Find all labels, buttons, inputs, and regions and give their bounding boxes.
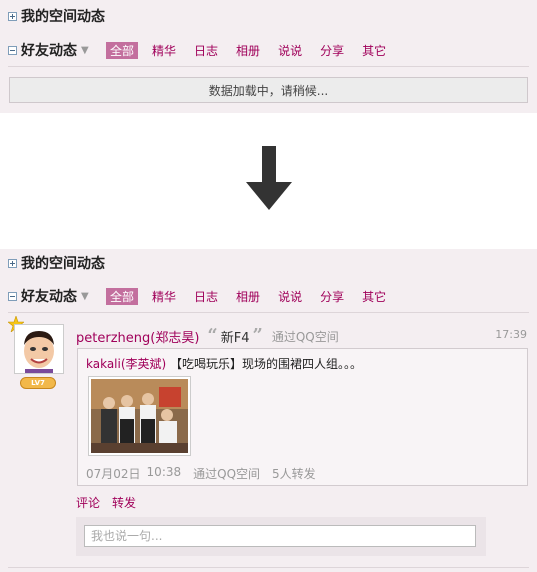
post-author-link[interactable]: peterzheng(郑志昊): [76, 327, 199, 346]
tab-status[interactable]: 说说: [276, 42, 304, 59]
down-arrow-icon: [246, 146, 292, 210]
post-actions: 评论 转发: [76, 494, 148, 511]
dropdown-caret-icon[interactable]: ▼: [81, 45, 89, 56]
avatar[interactable]: [14, 324, 64, 374]
shared-photo[interactable]: [88, 376, 191, 456]
tab-other[interactable]: 其它: [360, 288, 388, 305]
shared-body: 【吃喝玩乐】现场的围裙四人组。。。: [170, 357, 363, 371]
tab-all[interactable]: 全部: [106, 287, 139, 305]
tab-featured[interactable]: 精华: [150, 288, 178, 305]
friends-filter-tabs: 全部 精华 日志 相册 说说 分享 其它: [106, 287, 402, 305]
comment-link[interactable]: 评论: [76, 494, 100, 511]
post-time: 17:39: [495, 328, 527, 341]
comment-input[interactable]: [84, 525, 476, 547]
my-space-section-header[interactable]: 我的空间动态: [8, 254, 105, 272]
friends-title: 好友动态: [21, 43, 77, 59]
shared-text: kakali(李英斌) 【吃喝玩乐】现场的围裙四人组。。。: [86, 355, 362, 372]
my-space-title: 我的空间动态: [21, 256, 105, 272]
collapse-icon[interactable]: [8, 45, 17, 55]
tab-blog[interactable]: 日志: [192, 288, 220, 305]
shared-time: 10:38: [146, 465, 182, 479]
repost-link[interactable]: 转发: [112, 494, 136, 511]
quote-close-icon: ”: [252, 325, 263, 346]
top-panel: 我的空间动态 好友动态 ▼ 全部 精华 日志 相册 说说 分享 其它 数据加载中…: [0, 0, 537, 113]
shared-via: 通过QQ空间: [193, 467, 261, 481]
tab-album[interactable]: 相册: [234, 288, 262, 305]
shared-user-link[interactable]: kakali(李英斌): [86, 357, 166, 371]
tab-other[interactable]: 其它: [360, 42, 388, 59]
shared-meta: 07月02日 10:38 通过QQ空间 5人转发: [86, 465, 328, 482]
quote-open-icon: “: [207, 325, 218, 346]
shared-content-box: kakali(李英斌) 【吃喝玩乐】现场的围裙四人组。。。 07月02日 10:…: [77, 348, 528, 486]
post-via: 通过QQ空间: [271, 329, 339, 344]
expand-icon[interactable]: [8, 11, 17, 21]
repost-count[interactable]: 5人转发: [272, 465, 316, 482]
tab-status[interactable]: 说说: [276, 288, 304, 305]
tab-album[interactable]: 相册: [234, 42, 262, 59]
tab-share[interactable]: 分享: [318, 288, 346, 305]
expand-icon[interactable]: [8, 258, 17, 268]
tab-share[interactable]: 分享: [318, 42, 346, 59]
dropdown-caret-icon[interactable]: ▼: [81, 291, 89, 302]
shared-date: 07月02日: [86, 467, 141, 481]
post-header: peterzheng(郑志昊) “ 新F4 ” 通过QQ空间: [76, 325, 339, 346]
divider: [8, 312, 529, 313]
friends-filter-tabs: 全部 精华 日志 相册 说说 分享 其它: [106, 41, 402, 59]
divider: [8, 66, 529, 67]
loading-bar: 数据加载中，请稍候...: [9, 77, 528, 103]
friends-section-header[interactable]: 好友动态 ▼: [8, 287, 89, 305]
level-badge: LV7: [20, 377, 56, 389]
tab-blog[interactable]: 日志: [192, 42, 220, 59]
collapse-icon[interactable]: [8, 291, 17, 301]
my-space-title: 我的空间动态: [21, 9, 105, 25]
post-content: 新F4: [220, 330, 250, 346]
tab-all[interactable]: 全部: [106, 41, 139, 59]
friends-title: 好友动态: [21, 289, 77, 305]
divider: [8, 567, 529, 568]
friend-avatar-block: LV7: [8, 316, 68, 392]
my-space-section-header[interactable]: 我的空间动态: [8, 7, 105, 25]
tab-featured[interactable]: 精华: [150, 42, 178, 59]
comment-area: [76, 517, 486, 556]
friends-section-header[interactable]: 好友动态 ▼: [8, 41, 89, 59]
